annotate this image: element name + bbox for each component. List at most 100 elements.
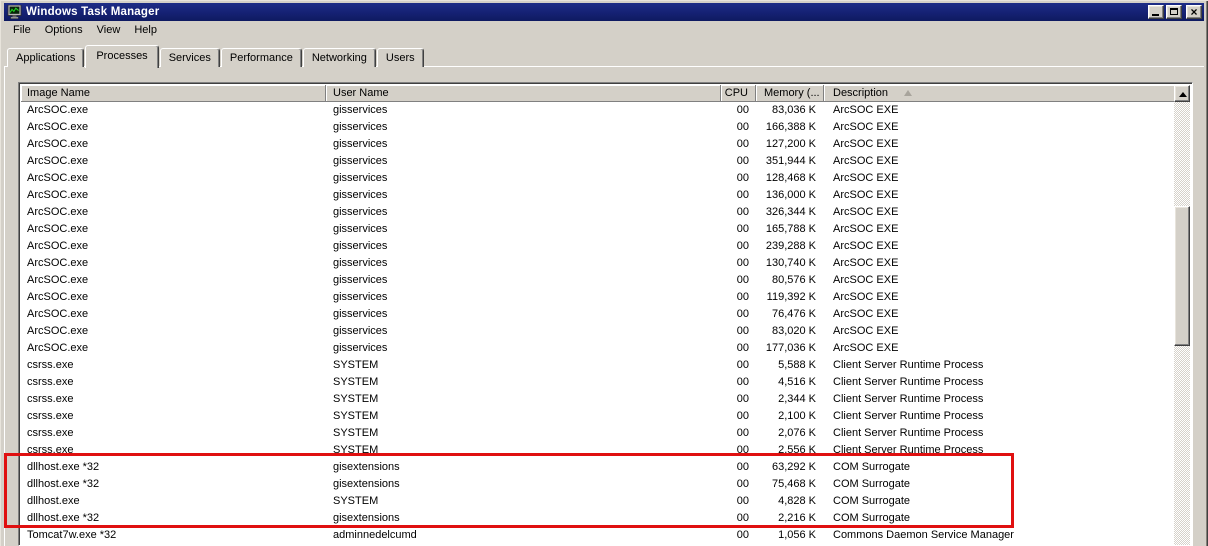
cell-user: SYSTEM xyxy=(333,444,379,456)
cell-cpu: 00 xyxy=(736,274,749,286)
cell-image: ArcSOC.exe xyxy=(27,274,89,286)
menu-bar: File Options View Help xyxy=(4,21,1204,39)
process-row[interactable]: csrss.exe SYSTEM 00 2,556 K Client Server Ru… xyxy=(21,442,1176,459)
process-row[interactable]: ArcSOC.exe gisservices 00 351,944 K ArcSOC E… xyxy=(21,153,1176,170)
cell-cpu: 00 xyxy=(736,240,749,252)
process-row[interactable]: csrss.exe SYSTEM 00 4,516 K Client Server Ru… xyxy=(21,374,1176,391)
cell-image: ArcSOC.exe xyxy=(27,206,89,218)
process-row[interactable]: dllhost.exe *32 gisextensions 00 2,216 K COM… xyxy=(21,510,1176,527)
cell-cpu: 00 xyxy=(736,206,749,218)
cell-user: gisservices xyxy=(333,223,388,235)
cell-description: Commons Daemon Service Manager xyxy=(833,529,1014,541)
cell-image: csrss.exe xyxy=(27,393,74,405)
process-row[interactable]: csrss.exe SYSTEM 00 2,344 K Client Server Ru… xyxy=(21,391,1176,408)
process-row[interactable]: ArcSOC.exe gisservices 00 165,788 K ArcSOC E… xyxy=(21,221,1176,238)
sort-ascending-icon xyxy=(904,90,913,96)
tab-services[interactable]: Services xyxy=(159,48,220,67)
process-row[interactable]: csrss.exe SYSTEM 00 2,100 K Client Server Ru… xyxy=(21,408,1176,425)
cell-user: gisservices xyxy=(333,104,388,116)
cell-memory: 4,828 K xyxy=(778,495,816,507)
cell-memory: 326,344 K xyxy=(765,206,816,218)
process-row[interactable]: dllhost.exe SYSTEM 00 4,828 K COM Surrogate xyxy=(21,493,1176,510)
cell-image: ArcSOC.exe xyxy=(27,104,89,116)
cell-cpu: 00 xyxy=(736,359,749,371)
cell-cpu: 00 xyxy=(736,291,749,303)
cell-description: Client Server Runtime Process xyxy=(833,427,984,439)
process-row[interactable]: ArcSOC.exe gisservices 00 76,476 K ArcSOC EX… xyxy=(21,306,1176,323)
cell-user: gisservices xyxy=(333,308,388,320)
cell-user: gisservices xyxy=(333,121,388,133)
cell-cpu: 00 xyxy=(736,155,749,167)
cell-user: SYSTEM xyxy=(333,427,379,439)
cell-image: ArcSOC.exe xyxy=(27,155,89,167)
cell-cpu: 00 xyxy=(736,172,749,184)
cell-memory: 83,020 K xyxy=(771,325,816,337)
column-header-image-name[interactable]: Image Name xyxy=(21,85,326,102)
process-row[interactable]: ArcSOC.exe gisservices 00 326,344 K ArcSOC E… xyxy=(21,204,1176,221)
process-row[interactable]: ArcSOC.exe gisservices 00 239,288 K ArcSOC E… xyxy=(21,238,1176,255)
tab-applications[interactable]: Applications xyxy=(7,48,85,67)
cell-user: gisservices xyxy=(333,138,388,150)
cell-description: ArcSOC EXE xyxy=(833,155,899,167)
process-row[interactable]: ArcSOC.exe gisservices 00 119,392 K ArcSOC E… xyxy=(21,289,1176,306)
tab-performance[interactable]: Performance xyxy=(220,48,302,67)
process-row[interactable]: ArcSOC.exe gisservices 00 80,576 K ArcSOC EX… xyxy=(21,272,1176,289)
tab-networking[interactable]: Networking xyxy=(302,48,376,67)
cell-memory: 136,000 K xyxy=(765,189,816,201)
scrollbar-thumb[interactable] xyxy=(1174,206,1190,346)
process-row[interactable]: ArcSOC.exe gisservices 00 83,036 K ArcSOC EX… xyxy=(21,102,1176,119)
cell-description: ArcSOC EXE xyxy=(833,257,899,269)
cell-description: ArcSOC EXE xyxy=(833,172,899,184)
cell-user: SYSTEM xyxy=(333,495,379,507)
cell-cpu: 00 xyxy=(736,478,749,490)
process-row[interactable]: Tomcat7w.exe *32 adminnedelcumd 00 1,056 K C… xyxy=(21,527,1176,544)
menu-item-options[interactable]: Options xyxy=(38,22,90,38)
minimize-button[interactable] xyxy=(1148,5,1164,19)
process-row[interactable]: ArcSOC.exe gisservices 00 136,000 K ArcSOC E… xyxy=(21,187,1176,204)
vertical-scrollbar[interactable] xyxy=(1174,85,1190,545)
menu-item-view[interactable]: View xyxy=(90,22,128,38)
process-row[interactable]: ArcSOC.exe gisservices 00 166,388 K ArcSOC E… xyxy=(21,119,1176,136)
column-header-cpu[interactable]: CPU xyxy=(721,85,756,102)
cell-description: ArcSOC EXE xyxy=(833,308,899,320)
process-row[interactable]: dllhost.exe *32 gisextensions 00 75,468 K CO… xyxy=(21,476,1176,493)
process-row[interactable]: ArcSOC.exe gisservices 00 128,468 K ArcSOC E… xyxy=(21,170,1176,187)
process-row[interactable]: ArcSOC.exe gisservices 00 177,036 K ArcSOC E… xyxy=(21,340,1176,357)
cell-image: Tomcat7w.exe *32 xyxy=(27,529,117,541)
column-header-user-name[interactable]: User Name xyxy=(326,85,721,102)
menu-item-file[interactable]: File xyxy=(6,22,38,38)
cell-image: dllhost.exe *32 xyxy=(27,512,100,524)
process-row[interactable]: csrss.exe SYSTEM 00 2,076 K Client Server Ru… xyxy=(21,425,1176,442)
cell-description: COM Surrogate xyxy=(833,461,911,473)
tab-processes[interactable]: Processes xyxy=(85,45,159,68)
close-button[interactable]: × xyxy=(1186,5,1202,19)
title-bar[interactable]: Windows Task Manager × xyxy=(4,3,1204,21)
cell-image: ArcSOC.exe xyxy=(27,189,89,201)
tab-users[interactable]: Users xyxy=(376,48,424,67)
cell-image: ArcSOC.exe xyxy=(27,308,89,320)
cell-description: ArcSOC EXE xyxy=(833,342,899,354)
process-row[interactable]: ArcSOC.exe gisservices 00 127,200 K ArcSOC E… xyxy=(21,136,1176,153)
cell-cpu: 00 xyxy=(736,529,749,541)
process-row[interactable]: ArcSOC.exe gisservices 00 130,740 K ArcSOC E… xyxy=(21,255,1176,272)
cell-description: Client Server Runtime Process xyxy=(833,444,984,456)
maximize-button[interactable] xyxy=(1166,5,1182,19)
cell-image: ArcSOC.exe xyxy=(27,325,89,337)
scroll-up-button[interactable] xyxy=(1174,85,1190,102)
process-row[interactable]: dllhost.exe *32 gisextensions 00 63,292 K CO… xyxy=(21,459,1176,476)
process-row[interactable]: csrss.exe SYSTEM 00 5,588 K Client Server Ru… xyxy=(21,357,1176,374)
cell-user: gisservices xyxy=(333,155,388,167)
process-row[interactable]: ArcSOC.exe gisservices 00 83,020 K ArcSOC EX… xyxy=(21,323,1176,340)
column-header-memory[interactable]: Memory (... xyxy=(756,85,824,102)
cell-memory: 127,200 K xyxy=(765,138,816,150)
cell-user: gisextensions xyxy=(333,512,400,524)
maximize-icon xyxy=(1170,8,1178,15)
column-header-description[interactable]: Description xyxy=(824,85,1176,102)
task-manager-icon xyxy=(7,5,22,19)
cell-memory: 351,944 K xyxy=(765,155,816,167)
cell-description: ArcSOC EXE xyxy=(833,291,899,303)
menu-item-help[interactable]: Help xyxy=(127,22,164,38)
cell-image: csrss.exe xyxy=(27,444,74,456)
cell-image: dllhost.exe *32 xyxy=(27,478,100,490)
cell-memory: 83,036 K xyxy=(771,104,816,116)
